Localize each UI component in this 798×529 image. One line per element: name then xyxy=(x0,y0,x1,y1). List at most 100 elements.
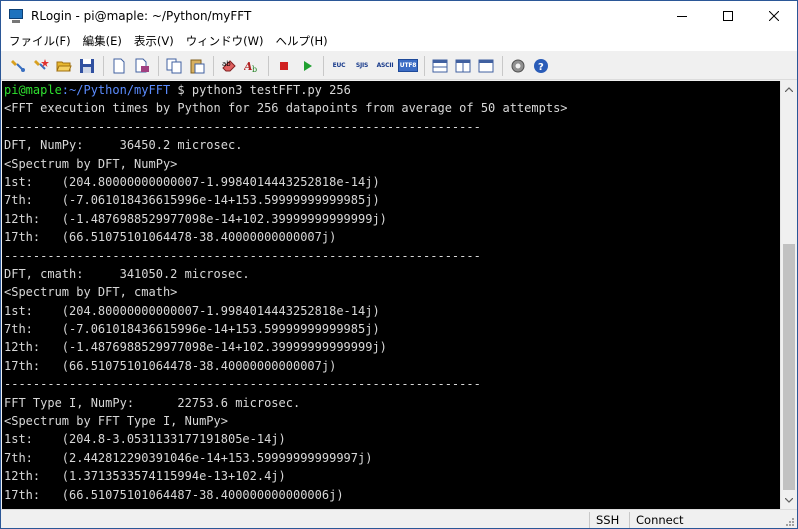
maximize-icon xyxy=(723,11,733,21)
quick-connect-button[interactable] xyxy=(30,55,52,77)
terminal-line: <Spectrum by DFT, cmath> xyxy=(4,285,178,300)
menu-help[interactable]: ヘルプ(H) xyxy=(270,32,334,51)
menu-edit[interactable]: 編集(E) xyxy=(77,32,128,51)
terminal-output[interactable]: pi@maple:~/Python/myFFT $ python3 testFF… xyxy=(2,81,781,509)
vertical-scrollbar[interactable] xyxy=(780,81,796,509)
copy-button[interactable] xyxy=(163,55,185,77)
scrollbar-thumb[interactable] xyxy=(783,244,795,490)
code-sjis-label: SJIS xyxy=(355,62,369,69)
window-tile-icon xyxy=(432,59,448,72)
resize-grip-icon[interactable] xyxy=(785,517,795,527)
terminal-line: DFT, cmath: 341050.2 microsec. xyxy=(4,266,250,281)
document-print-icon xyxy=(135,58,149,72)
toolbar-separator xyxy=(103,55,104,76)
rlogin-window: RLogin - pi@maple: ~/Python/myFFT ファイル(F… xyxy=(0,0,798,529)
stop-icon xyxy=(280,61,288,70)
connect-plug-icon xyxy=(11,59,25,72)
terminal-line: 1st: (204.80000000000007-1.9984014443252… xyxy=(4,174,380,189)
terminal-line: <Spectrum by FFT Type I, NumPy> xyxy=(4,414,228,429)
toolbar-separator xyxy=(268,55,269,76)
document-icon xyxy=(113,58,125,73)
title-bar[interactable]: RLogin - pi@maple: ~/Python/myFFT xyxy=(1,1,797,31)
status-protocol: SSH xyxy=(589,512,629,528)
menu-window[interactable]: ウィンドウ(W) xyxy=(180,32,270,51)
font-button[interactable]: Ab xyxy=(241,55,263,77)
play-button[interactable] xyxy=(296,55,318,77)
close-icon xyxy=(769,11,779,21)
code-euc-button[interactable]: EUC xyxy=(328,55,350,77)
close-button[interactable] xyxy=(751,1,797,31)
code-sjis-button[interactable]: SJIS xyxy=(351,55,373,77)
font-icon: Ab xyxy=(244,60,257,74)
window-single-button[interactable] xyxy=(475,55,497,77)
window-tile-button[interactable] xyxy=(429,55,451,77)
terminal-line: 7th: (-7.061018436615996e-14+153.5999999… xyxy=(4,322,380,337)
settings-button[interactable] xyxy=(507,55,529,77)
svg-text:b: b xyxy=(252,65,257,74)
toolbar-separator xyxy=(424,55,425,76)
toolbar-separator xyxy=(323,55,324,76)
terminal-line: 7th: (-7.061018436615996e-14+153.5999999… xyxy=(4,193,380,208)
rlogin-app-icon[interactable] xyxy=(9,8,25,24)
new-connect-button[interactable] xyxy=(7,55,29,77)
scroll-up-button[interactable] xyxy=(781,81,797,98)
prompt-symbol: $ xyxy=(170,83,192,97)
floppy-disk-icon xyxy=(80,58,94,73)
code-ascii-button[interactable]: ASCII xyxy=(374,55,396,77)
terminal-line: FFT Type I, NumPy: 22753.6 microsec. xyxy=(4,395,301,410)
minimize-icon xyxy=(677,16,687,17)
status-bar: SSH Connect xyxy=(1,509,797,528)
code-euc-label: EUC xyxy=(332,62,346,69)
terminal-line: 12th: (-1.4876988529977098e-14+102.39999… xyxy=(4,211,387,226)
code-utf8-button[interactable]: UTF8 xyxy=(397,55,419,77)
terminal-prompt-line: pi@maple:~/Python/myFFT $ python3 testFF… xyxy=(4,81,781,99)
clear-button[interactable]: ab xyxy=(218,55,240,77)
play-icon xyxy=(304,60,312,71)
terminal-line: 17th: (66.51075101064478-38.400000000000… xyxy=(4,230,337,245)
menu-view[interactable]: 表示(V) xyxy=(128,32,180,51)
terminal-line: ----------------------------------------… xyxy=(4,119,481,134)
scroll-down-button[interactable] xyxy=(781,492,797,509)
prompt-user: pi@maple xyxy=(4,83,62,97)
stop-button[interactable] xyxy=(273,55,295,77)
terminal-line: ----------------------------------------… xyxy=(4,377,481,392)
new-document-button[interactable] xyxy=(108,55,130,77)
svg-text:?: ? xyxy=(538,62,544,73)
terminal-line: 12th: (-1.4876988529977098e-14+102.39999… xyxy=(4,340,387,355)
chevron-down-icon xyxy=(785,498,793,503)
toolbar-separator xyxy=(213,55,214,76)
paste-button[interactable] xyxy=(186,55,208,77)
open-button[interactable] xyxy=(53,55,75,77)
menu-bar: ファイル(F) 編集(E) 表示(V) ウィンドウ(W) ヘルプ(H) xyxy=(1,31,797,52)
prompt-path: :~/Python/myFFT xyxy=(61,83,171,97)
window-single-icon xyxy=(478,59,494,72)
terminal-line: ----------------------------------------… xyxy=(4,248,481,263)
help-icon: ? xyxy=(534,58,548,73)
terminal-line: 12th: (1.3713533574115994e-13+102.4j) xyxy=(4,469,286,484)
paste-icon xyxy=(190,59,205,73)
save-button[interactable] xyxy=(76,55,98,77)
terminal-line: 7th: (2.442812290391046e-14+153.59999999… xyxy=(4,450,373,465)
chevron-up-icon xyxy=(785,87,793,92)
window-split-button[interactable] xyxy=(452,55,474,77)
toolbar: ab Ab EUC SJIS ASCII UTF8 ? xyxy=(1,52,797,80)
window-split-icon xyxy=(455,59,471,72)
code-utf8-label: UTF8 xyxy=(397,59,419,72)
plug-star-icon xyxy=(34,58,49,70)
toolbar-separator xyxy=(158,55,159,76)
print-button[interactable] xyxy=(131,55,153,77)
code-ascii-label: ASCII xyxy=(376,62,394,69)
terminal-line: <Spectrum by DFT, NumPy> xyxy=(4,156,178,171)
minimize-button[interactable] xyxy=(659,1,705,31)
terminal-line: 1st: (204.8-3.0531133177191805e-14j) xyxy=(4,432,286,447)
terminal-line: <FFT execution times by Python for 256 d… xyxy=(4,101,568,116)
prompt-command: python3 testFFT.py 256 xyxy=(191,83,351,97)
maximize-button[interactable] xyxy=(705,1,751,31)
terminal-line: DFT, NumPy: 36450.2 microsec. xyxy=(4,138,243,153)
menu-file[interactable]: ファイル(F) xyxy=(3,32,77,51)
help-button[interactable]: ? xyxy=(530,55,552,77)
gear-icon xyxy=(511,59,525,72)
folder-open-icon xyxy=(56,61,72,71)
svg-text:ab: ab xyxy=(222,60,231,68)
terminal-line: 17th: (66.51075101064487-38.400000000000… xyxy=(4,487,344,502)
